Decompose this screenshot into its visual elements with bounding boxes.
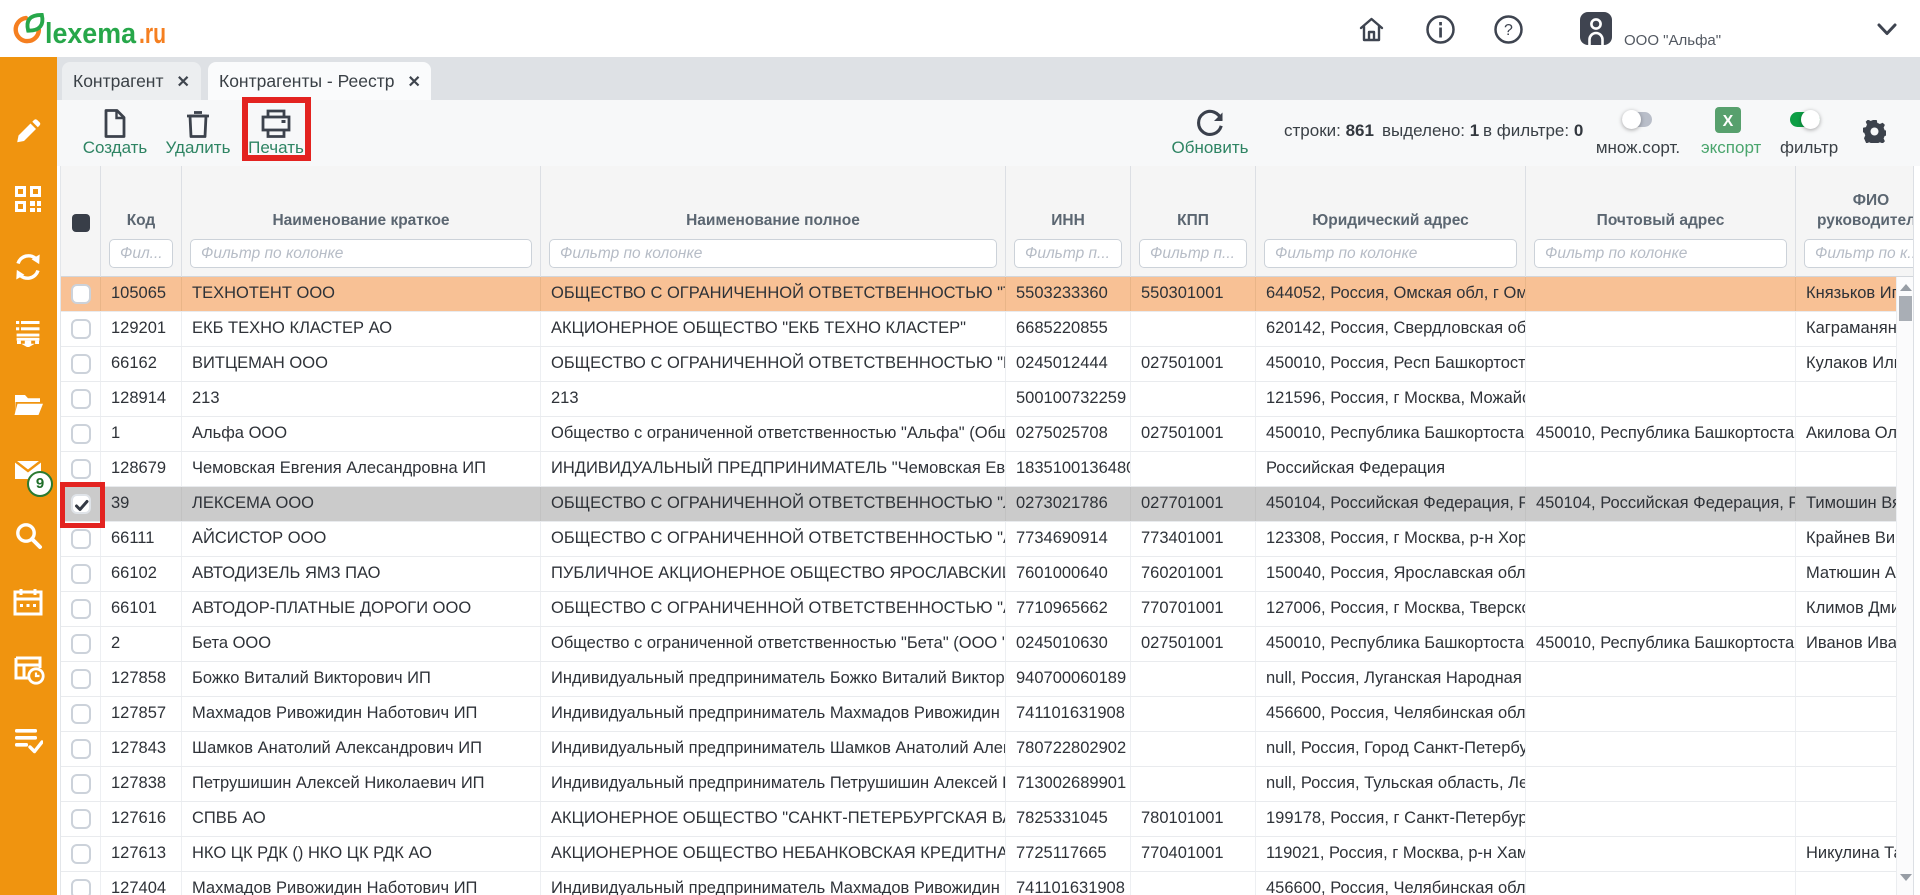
svg-text:lexema: lexema (45, 18, 137, 50)
svg-text:.ru: .ru (139, 18, 166, 50)
svg-text:?: ? (1504, 22, 1513, 39)
svg-text:X: X (1723, 113, 1734, 130)
